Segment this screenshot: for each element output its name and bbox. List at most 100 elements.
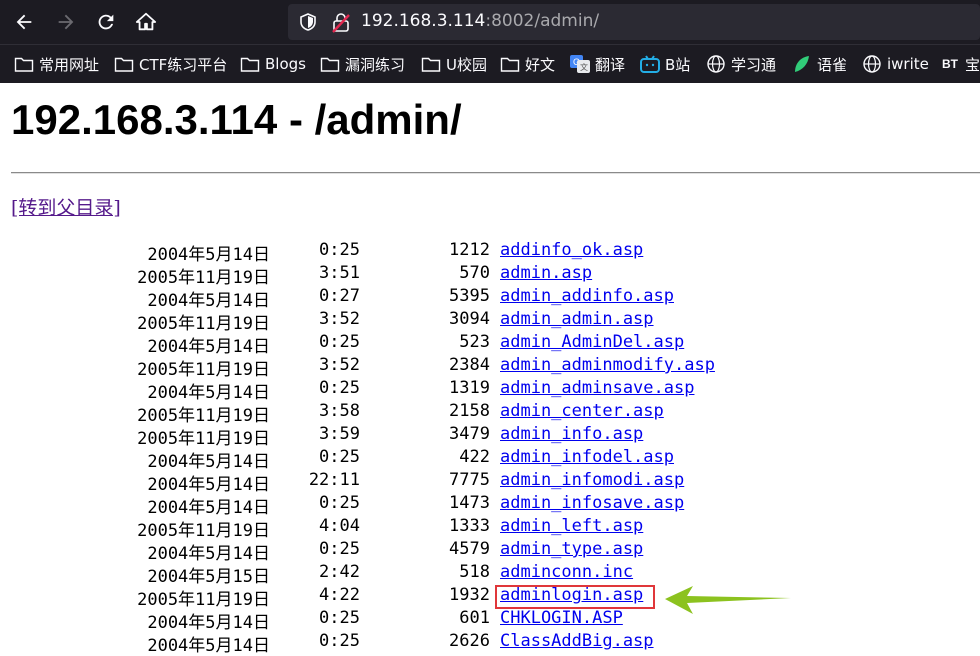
file-time: 0:25 [319,332,360,352]
pointer-arrow-icon [665,586,791,614]
file-date: 2005年11月19日 [137,406,270,426]
file-row: 2004年5月14日 0:25 4579 admin_type.asp [0,539,980,564]
file-date: 2004年5月14日 [147,475,270,495]
url-path: :8002/admin/ [485,11,600,31]
insecure-lock-icon[interactable] [330,12,352,34]
file-row: 2005年11月19日 3:52 3094 admin_admin.asp [0,309,980,334]
file-date: 2005年11月19日 [137,314,270,334]
file-link[interactable]: admin_type.asp [500,539,643,559]
file-time: 0:25 [319,493,360,513]
bookmark-label: 漏洞练习 [345,55,406,74]
bookmark-label: 翻译 [595,55,626,74]
file-date: 2004年5月14日 [147,452,270,472]
bookmark-label: CTF练习平台 [139,55,228,74]
bookmark-item[interactable]: U校园 [421,53,487,75]
file-date: 2004年5月14日 [147,544,270,564]
file-link[interactable]: ClassAddBig.asp [500,631,654,651]
file-link[interactable]: CHKLOGIN.ASP [500,608,623,628]
file-size: 518 [459,562,490,582]
file-date: 2004年5月14日 [147,383,270,403]
file-time: 3:52 [319,355,360,375]
horizontal-rule [11,172,980,174]
file-size: 1333 [449,516,490,536]
bookmark-label: iwrite [887,55,929,73]
bookmark-item[interactable]: B站 [640,53,690,75]
file-size: 2384 [449,355,490,375]
file-time: 2:42 [319,562,360,582]
home-icon [135,12,157,31]
bookmark-item[interactable]: 学习通 [706,53,776,75]
back-button[interactable] [8,6,40,38]
file-link[interactable]: admin_adminmodify.asp [500,355,715,375]
file-link[interactable]: admin.asp [500,263,592,283]
file-link[interactable]: adminconn.inc [500,562,633,582]
bookmark-item[interactable]: iwrite [862,53,929,75]
file-date: 2004年5月14日 [147,245,270,265]
home-button[interactable] [130,6,162,38]
file-link[interactable]: admin_left.asp [500,516,643,536]
file-date: 2005年11月19日 [137,360,270,380]
file-time: 3:51 [319,263,360,283]
file-time: 0:25 [319,539,360,559]
bookmark-item[interactable]: Blogs [240,53,306,75]
file-link[interactable]: admin_infomodi.asp [500,470,684,490]
file-row: 2005年11月19日 4:22 1932 adminlogin.asp [0,585,980,610]
bt-icon: BT [940,55,960,73]
file-size: 570 [459,263,490,283]
file-row: 2004年5月14日 0:27 5395 admin_addinfo.asp [0,286,980,311]
file-link[interactable]: admin_AdminDel.asp [500,332,684,352]
file-row: 2005年11月19日 3:51 570 admin.asp [0,263,980,288]
bookmark-item[interactable]: 好文 [500,53,555,75]
bookmark-item[interactable]: 语雀 [792,53,847,75]
bookmark-item[interactable]: CTF练习平台 [114,53,227,75]
bilibili-icon [640,55,660,73]
file-link[interactable]: admin_addinfo.asp [500,286,674,306]
file-date: 2004年5月15日 [147,567,270,587]
file-time: 4:22 [319,585,360,605]
file-row: 2004年5月14日 0:25 523 admin_AdminDel.asp [0,332,980,357]
file-time: 0:25 [319,240,360,260]
svg-text:文: 文 [580,62,588,72]
translate-icon: G文 [570,55,590,73]
file-date: 2004年5月14日 [147,291,270,311]
file-time: 3:52 [319,309,360,329]
bookmark-item[interactable]: G 文翻译 [570,53,625,75]
file-row: 2004年5月14日 22:11 7775 admin_infomodi.asp [0,470,980,495]
file-size: 1319 [449,378,490,398]
file-size: 1212 [449,240,490,260]
url-text[interactable]: 192.168.3.114:8002/admin/ [361,11,599,31]
parent-directory-link[interactable]: [转到父目录] [11,193,121,220]
file-link[interactable]: admin_infosave.asp [500,493,684,513]
file-link[interactable]: admin_adminsave.asp [500,378,694,398]
file-size: 1932 [449,585,490,605]
bt-badge-text: BT [942,57,958,71]
file-row: 2004年5月15日 2:42 518 adminconn.inc [0,562,980,587]
file-link[interactable]: addinfo_ok.asp [500,240,643,260]
file-link[interactable]: admin_infodel.asp [500,447,674,467]
folder-icon [240,55,260,73]
file-link[interactable]: admin_info.asp [500,424,643,444]
file-link[interactable]: admin_center.asp [500,401,664,421]
reload-button[interactable] [90,6,122,38]
file-row: 2004年5月14日 0:25 1473 admin_infosave.asp [0,493,980,518]
file-size: 2158 [449,401,490,421]
reload-icon [98,14,114,30]
file-date: 2005年11月19日 [137,521,270,541]
yuque-icon [792,55,812,73]
file-link[interactable]: admin_admin.asp [500,309,654,329]
file-row: 2004年5月14日 0:25 601 CHKLOGIN.ASP [0,608,980,633]
bookmark-item[interactable]: 常用网址 [14,53,99,75]
url-host: 192.168.3.114 [361,11,486,31]
forward-button[interactable] [50,6,82,38]
tracking-shield-icon[interactable] [298,12,318,32]
bookmark-item[interactable]: 漏洞练习 [320,53,405,75]
folder-icon [421,55,441,73]
bookmark-item[interactable]: BT 宝 [940,53,980,75]
bookmark-label: 学习通 [731,55,777,74]
file-date: 2005年11月19日 [137,429,270,449]
folder-icon [500,55,520,73]
address-bar[interactable]: 192.168.3.114:8002/admin/ [288,4,980,40]
file-row: 2005年11月19日 3:52 2384 admin_adminmodify.asp [0,355,980,380]
bookmark-label: 宝 [965,55,980,74]
file-size: 3479 [449,424,490,444]
